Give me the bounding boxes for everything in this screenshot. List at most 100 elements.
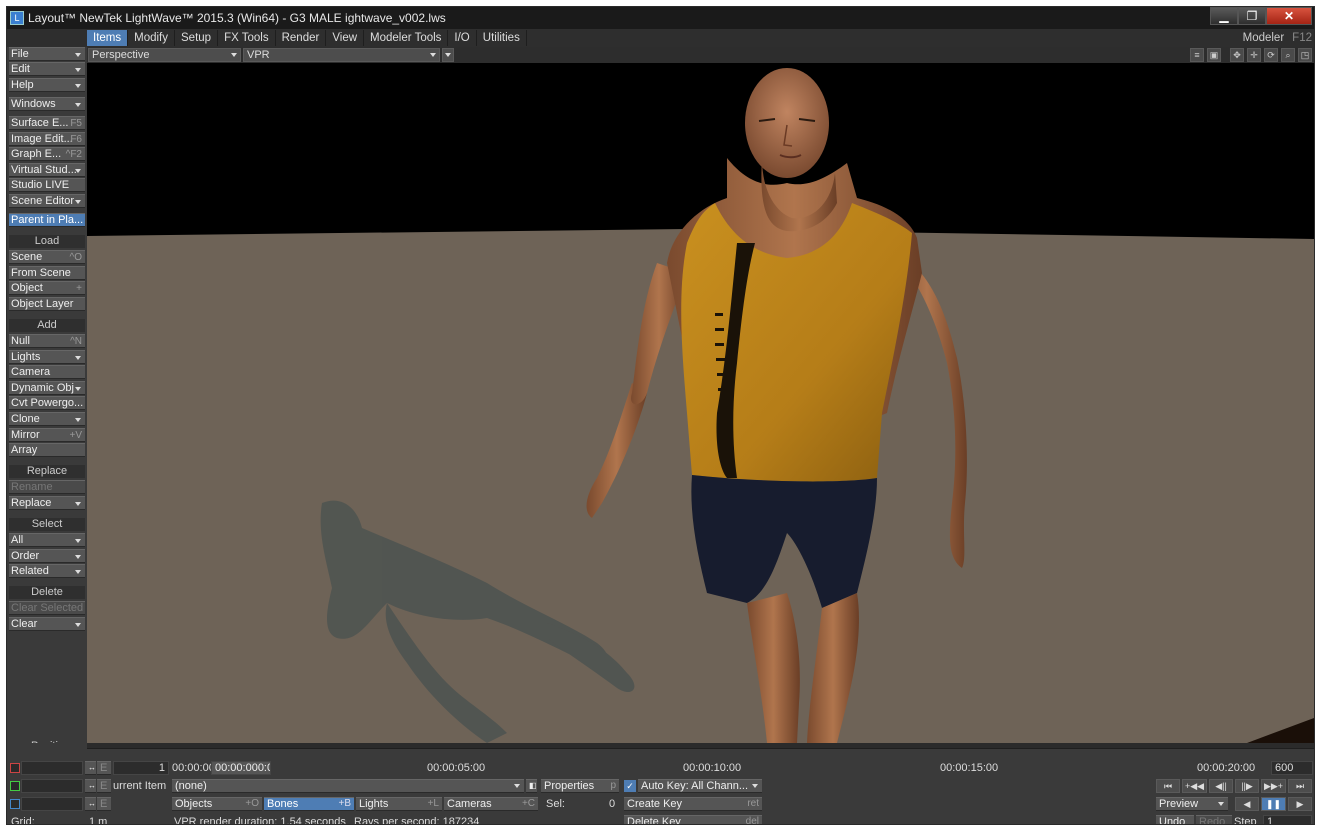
previous-key-icon[interactable]: +◀◀: [1182, 779, 1207, 793]
next-frame-icon[interactable]: ||▶: [1235, 779, 1259, 793]
previous-frame-icon[interactable]: ◀||: [1209, 779, 1233, 793]
load-object-layer-button[interactable]: Object Layer: [9, 297, 85, 311]
envelope-y-button[interactable]: E: [97, 779, 111, 793]
undo-button[interactable]: Undo: [1156, 815, 1194, 824]
play-reverse-icon[interactable]: ◀: [1235, 797, 1259, 811]
pan-icon[interactable]: ✛: [1247, 48, 1261, 62]
viewport-options-dropdown[interactable]: [442, 48, 454, 62]
bones-mode-button[interactable]: Bones +B: [264, 797, 354, 811]
tab-view[interactable]: View: [326, 30, 365, 46]
go-to-end-icon[interactable]: ⏭: [1288, 779, 1312, 793]
pause-icon[interactable]: ❚❚: [1261, 797, 1286, 811]
create-key-button[interactable]: Create Key ret: [624, 797, 762, 811]
clear-selected-button[interactable]: Clear Selected: [9, 601, 85, 615]
3d-viewport[interactable]: [87, 63, 1314, 743]
tab-modify[interactable]: Modify: [128, 30, 175, 46]
current-item-dropdown[interactable]: (none): [172, 779, 524, 793]
edit-menu[interactable]: Edit: [9, 62, 85, 76]
mirror-button[interactable]: Mirror +V: [9, 428, 85, 442]
close-button[interactable]: ✕: [1266, 7, 1312, 25]
virtual-studio-menu[interactable]: Virtual Stud...: [9, 163, 85, 177]
graph-editor-button[interactable]: Graph E... ^F2: [9, 147, 85, 161]
select-related-menu[interactable]: Related: [9, 564, 85, 578]
z-value-field[interactable]: [21, 797, 83, 811]
add-null-button[interactable]: Null ^N: [9, 334, 85, 348]
tab-utilities[interactable]: Utilities: [477, 30, 527, 46]
scene-editor-label: Scene Editor: [11, 195, 74, 207]
cameras-mode-button[interactable]: Cameras +C: [444, 797, 538, 811]
time-slider-thumb[interactable]: 00:00:000:00:00:23: [211, 761, 271, 775]
zoom-icon[interactable]: ⌕: [1281, 48, 1295, 62]
load-from-scene-button[interactable]: From Scene: [9, 266, 85, 280]
parent-in-place-label: Parent in Pla...: [11, 214, 84, 226]
delete-key-button[interactable]: Delete Key del: [624, 815, 762, 824]
minimize-button[interactable]: ▁: [1210, 7, 1238, 25]
timeline-scrubber[interactable]: [87, 743, 1314, 749]
convert-powergon-button[interactable]: Cvt Powergo...: [9, 396, 85, 410]
clear-menu[interactable]: Clear: [9, 617, 85, 631]
link-y-icon[interactable]: ↔: [85, 779, 96, 793]
restore-button[interactable]: ❐: [1238, 7, 1266, 25]
object-label: Object: [11, 282, 43, 294]
objects-mode-button[interactable]: Objects +O: [172, 797, 262, 811]
redo-button[interactable]: Redo: [1196, 815, 1232, 824]
clone-menu[interactable]: Clone: [9, 412, 85, 426]
add-lights-menu[interactable]: Lights: [9, 350, 85, 364]
tab-setup[interactable]: Setup: [175, 30, 219, 46]
lights-mode-button[interactable]: Lights +L: [356, 797, 442, 811]
select-order-menu[interactable]: Order: [9, 549, 85, 563]
save-view-icon[interactable]: ▣: [1207, 48, 1221, 62]
view-type-dropdown[interactable]: Perspective: [88, 48, 241, 62]
scene-editor-menu[interactable]: Scene Editor: [9, 194, 85, 208]
load-object-button[interactable]: Object +: [9, 281, 85, 295]
help-menu[interactable]: Help: [9, 78, 85, 92]
preview-dropdown[interactable]: Preview: [1156, 797, 1228, 811]
maximize-viewport-icon[interactable]: ◳: [1298, 48, 1312, 62]
rotate-view-icon[interactable]: ⟳: [1264, 48, 1278, 62]
current-frame-field[interactable]: 1: [113, 761, 169, 775]
studio-live-button[interactable]: Studio LIVE: [9, 178, 85, 192]
tab-modeler-tools[interactable]: Modeler Tools: [364, 30, 449, 46]
load-scene-button[interactable]: Scene ^O: [9, 250, 85, 264]
parent-in-place-toggle[interactable]: Parent in Pla...: [9, 213, 85, 227]
surface-editor-button[interactable]: Surface E... F5: [9, 116, 85, 130]
modeler-button[interactable]: Modeler F12: [1243, 30, 1312, 46]
tab-render[interactable]: Render: [276, 30, 327, 46]
array-label: Array: [11, 444, 38, 456]
select-all-menu[interactable]: All: [9, 533, 85, 547]
auto-key-dropdown[interactable]: Auto Key: All Chann...: [638, 779, 762, 793]
tab-fx-tools[interactable]: FX Tools: [218, 30, 276, 46]
rename-button[interactable]: Rename: [9, 480, 85, 494]
envelope-z-button[interactable]: E: [97, 797, 111, 811]
link-z-icon[interactable]: ↔: [85, 797, 96, 811]
replace-menu[interactable]: Replace: [9, 496, 85, 510]
windows-menu[interactable]: Windows: [9, 97, 85, 111]
add-camera-button[interactable]: Camera: [9, 365, 85, 379]
add-dynamic-object-menu[interactable]: Dynamic Obj: [9, 381, 85, 395]
list-icon[interactable]: ≡: [1190, 48, 1204, 62]
image-editor-button[interactable]: Image Edit... F6: [9, 132, 85, 146]
y-value-field[interactable]: [21, 779, 83, 793]
array-button[interactable]: Array: [9, 443, 85, 457]
file-menu[interactable]: File: [9, 47, 85, 61]
link-x-icon[interactable]: ↔: [85, 761, 96, 775]
step-field[interactable]: 1: [1263, 815, 1312, 824]
shortcut-label: +O: [245, 798, 259, 809]
go-to-start-icon[interactable]: ⏮: [1156, 779, 1180, 793]
tab-io[interactable]: I/O: [448, 30, 477, 46]
auto-key-checkbox[interactable]: ✓: [624, 780, 636, 792]
lights-mode-label: Lights: [359, 798, 389, 810]
end-frame-field[interactable]: 600: [1271, 761, 1313, 775]
move-view-icon[interactable]: ✥: [1230, 48, 1244, 62]
tab-items[interactable]: Items: [87, 30, 129, 46]
play-forward-icon[interactable]: ▶: [1288, 797, 1312, 811]
chevron-down-icon: [75, 555, 81, 559]
x-value-field[interactable]: [21, 761, 83, 775]
properties-button[interactable]: Properties p: [541, 779, 619, 793]
clear-selected-label: Clear Selected: [11, 602, 84, 614]
item-picker-icon[interactable]: ◧: [526, 779, 537, 793]
next-key-icon[interactable]: ▶▶+: [1261, 779, 1286, 793]
envelope-x-button[interactable]: E: [97, 761, 111, 775]
render-mode-dropdown[interactable]: VPR: [243, 48, 440, 62]
window-title: Layout™ NewTek LightWave™ 2015.3 (Win64)…: [28, 11, 446, 25]
